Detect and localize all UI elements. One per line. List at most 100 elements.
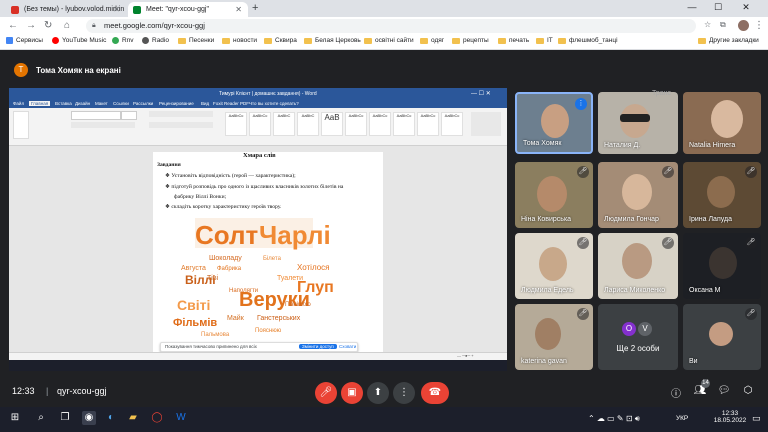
- mic-toggle-button[interactable]: 🎤︎: [315, 382, 337, 404]
- change-access-button[interactable]: Змінити доступ: [299, 344, 337, 349]
- file-explorer-icon[interactable]: ▰: [126, 411, 140, 425]
- profile-avatar[interactable]: [738, 20, 749, 31]
- word-window-controls[interactable]: — ☐ ✕: [471, 90, 491, 97]
- bookmark-item[interactable]: новости: [222, 37, 257, 44]
- participant-tile[interactable]: ⋮ Тома Хомяк: [515, 92, 593, 154]
- word-tab[interactable]: Главная: [29, 101, 51, 106]
- browser-tab-meet[interactable]: Meet: "qyr-xcou-ggj" ✕: [128, 2, 248, 17]
- activities-icon[interactable]: ⬡: [741, 385, 755, 396]
- present-button[interactable]: ⬆: [367, 382, 389, 404]
- style-item[interactable]: AaBbCc: [417, 112, 439, 136]
- font-name-field[interactable]: [71, 111, 121, 120]
- participant-tile[interactable]: Natalia Himera: [683, 92, 761, 154]
- close-tab-icon[interactable]: ✕: [235, 5, 242, 14]
- chrome-taskbar-icon[interactable]: ◉: [82, 411, 96, 425]
- menu-dots-icon[interactable]: ⋮: [754, 20, 764, 31]
- style-item[interactable]: AaBbCc: [393, 112, 415, 136]
- paste-icon[interactable]: [13, 111, 29, 139]
- word-title-bar: Тимурі Клієнт | домашнє завдання) - Word…: [9, 88, 507, 100]
- info-icon[interactable]: ⓘ: [669, 385, 683, 400]
- participant-tile[interactable]: 🎤︎ Оксана М: [683, 233, 761, 299]
- tray-icons[interactable]: ⌃ ☁ ▭ ✎ ⊡ 🔊︎: [588, 414, 640, 424]
- bookmark-item[interactable]: печать: [498, 37, 529, 44]
- windows-start-icon[interactable]: ⊞: [8, 411, 22, 425]
- hide-button[interactable]: Сховати: [339, 344, 356, 349]
- minimize-icon[interactable]: —: [680, 2, 704, 12]
- style-item[interactable]: AaBbCc: [225, 112, 247, 136]
- word-tab[interactable]: Рассылки: [133, 101, 153, 106]
- end-call-button[interactable]: ☎: [421, 382, 449, 404]
- reload-icon[interactable]: ↻: [44, 20, 52, 31]
- style-item[interactable]: AaBbCc: [441, 112, 463, 136]
- participant-tile[interactable]: 🎤︎ katerina gavan: [515, 304, 593, 370]
- self-tile[interactable]: 🎤︎ Ви: [683, 304, 761, 370]
- more-participants-tile[interactable]: O V Ще 2 особи: [598, 304, 678, 370]
- editing-group[interactable]: [471, 112, 501, 136]
- bookmark-item[interactable]: рецепты: [452, 37, 489, 44]
- url-field[interactable]: 🔒︎ meet.google.com/qyr-xcou-ggj: [86, 19, 696, 33]
- extensions-icon[interactable]: ⧉: [720, 20, 726, 30]
- mic-off-icon: 🎤︎: [662, 237, 674, 249]
- language-indicator[interactable]: УКР: [676, 415, 688, 422]
- edge-taskbar-icon[interactable]: ◐: [104, 411, 118, 425]
- cloud-word: Фабрика: [217, 266, 242, 272]
- camera-toggle-button[interactable]: ▣: [341, 382, 363, 404]
- folder-icon: [304, 37, 312, 44]
- paragraph-buttons[interactable]: [149, 111, 213, 117]
- maximize-icon[interactable]: ☐: [706, 2, 730, 13]
- participant-tile[interactable]: 🎤︎ Лариса Миколенко: [598, 233, 678, 299]
- forward-icon[interactable]: →: [26, 20, 36, 31]
- bookmark-other[interactable]: Другие закладки: [698, 37, 759, 44]
- word-tab[interactable]: Файл: [13, 101, 24, 106]
- word-tab[interactable]: Дизайн: [75, 101, 90, 106]
- close-tab-icon[interactable]: ✕: [113, 5, 120, 14]
- bookmark-item[interactable]: одяг: [420, 37, 444, 44]
- word-tab[interactable]: Вставка: [55, 101, 72, 106]
- bookmark-item[interactable]: Белая Церковь: [304, 37, 361, 44]
- bookmark-item[interactable]: Песенки: [178, 37, 214, 44]
- bookmark-item[interactable]: Rnv: [112, 37, 134, 44]
- star-icon[interactable]: ☆: [704, 20, 711, 29]
- style-item[interactable]: AaBbC: [273, 112, 295, 136]
- back-icon[interactable]: ←: [8, 20, 18, 31]
- bookmark-item[interactable]: Сквира: [264, 37, 297, 44]
- chat-icon[interactable]: 💬︎: [717, 385, 731, 396]
- bookmark-item[interactable]: YouTube Music: [52, 37, 106, 44]
- word-tab[interactable]: Foxit Reader PDF: [213, 101, 249, 106]
- word-tab[interactable]: Макет: [95, 101, 108, 106]
- style-item[interactable]: AaBbCc: [345, 112, 367, 136]
- word-tab[interactable]: Ссылки: [113, 101, 129, 106]
- more-options-button[interactable]: ⋮: [393, 382, 415, 404]
- task-view-icon[interactable]: ❐: [58, 411, 72, 425]
- new-tab-button[interactable]: +: [252, 2, 258, 14]
- bookmark-item[interactable]: флешмоб_танці: [558, 37, 618, 44]
- browser-tab-mail[interactable]: (Без темы) - lyubov.volod.mirkin ✕: [6, 2, 126, 17]
- bookmark-item[interactable]: Сервисы: [6, 37, 43, 44]
- format-buttons[interactable]: [71, 122, 135, 128]
- zoom-slider[interactable]: — ─●─ +: [457, 353, 474, 358]
- style-item[interactable]: AaBbC: [297, 112, 319, 136]
- close-window-icon[interactable]: ✕: [734, 2, 758, 13]
- style-item[interactable]: AaBbCc: [249, 112, 271, 136]
- search-icon[interactable]: ⌕: [34, 411, 48, 425]
- style-item[interactable]: AaBbCc: [369, 112, 391, 136]
- bookmark-item[interactable]: Radio: [142, 37, 169, 44]
- word-taskbar-icon[interactable]: W: [174, 411, 188, 425]
- participant-tile[interactable]: 🎤︎ Людмила Едель: [515, 233, 593, 299]
- style-item[interactable]: AaB: [321, 112, 343, 136]
- participant-tile[interactable]: 🎤︎ Ірина Лапуда: [683, 162, 761, 228]
- word-tab[interactable]: Вид: [201, 101, 209, 106]
- notifications-icon[interactable]: ▭: [752, 413, 761, 424]
- word-tab[interactable]: Рецензирование: [159, 101, 194, 106]
- participant-tile[interactable]: 🎤︎ Ніна Ковирська: [515, 162, 593, 228]
- font-size-field[interactable]: [121, 111, 137, 120]
- word-tell-me[interactable]: Что вы хотите сделать?: [249, 101, 299, 106]
- bookmark-item[interactable]: IT: [536, 37, 553, 44]
- home-icon[interactable]: ⌂: [64, 20, 70, 31]
- opera-taskbar-icon[interactable]: ◯: [150, 411, 164, 425]
- participant-tile[interactable]: Наталия Д.: [598, 92, 678, 154]
- clock[interactable]: 12:33 18.05.2022: [712, 410, 748, 424]
- participant-tile[interactable]: 🎤︎ Людмила Гончар: [598, 162, 678, 228]
- align-buttons[interactable]: [149, 122, 213, 128]
- bookmark-item[interactable]: освітні сайти: [364, 37, 414, 44]
